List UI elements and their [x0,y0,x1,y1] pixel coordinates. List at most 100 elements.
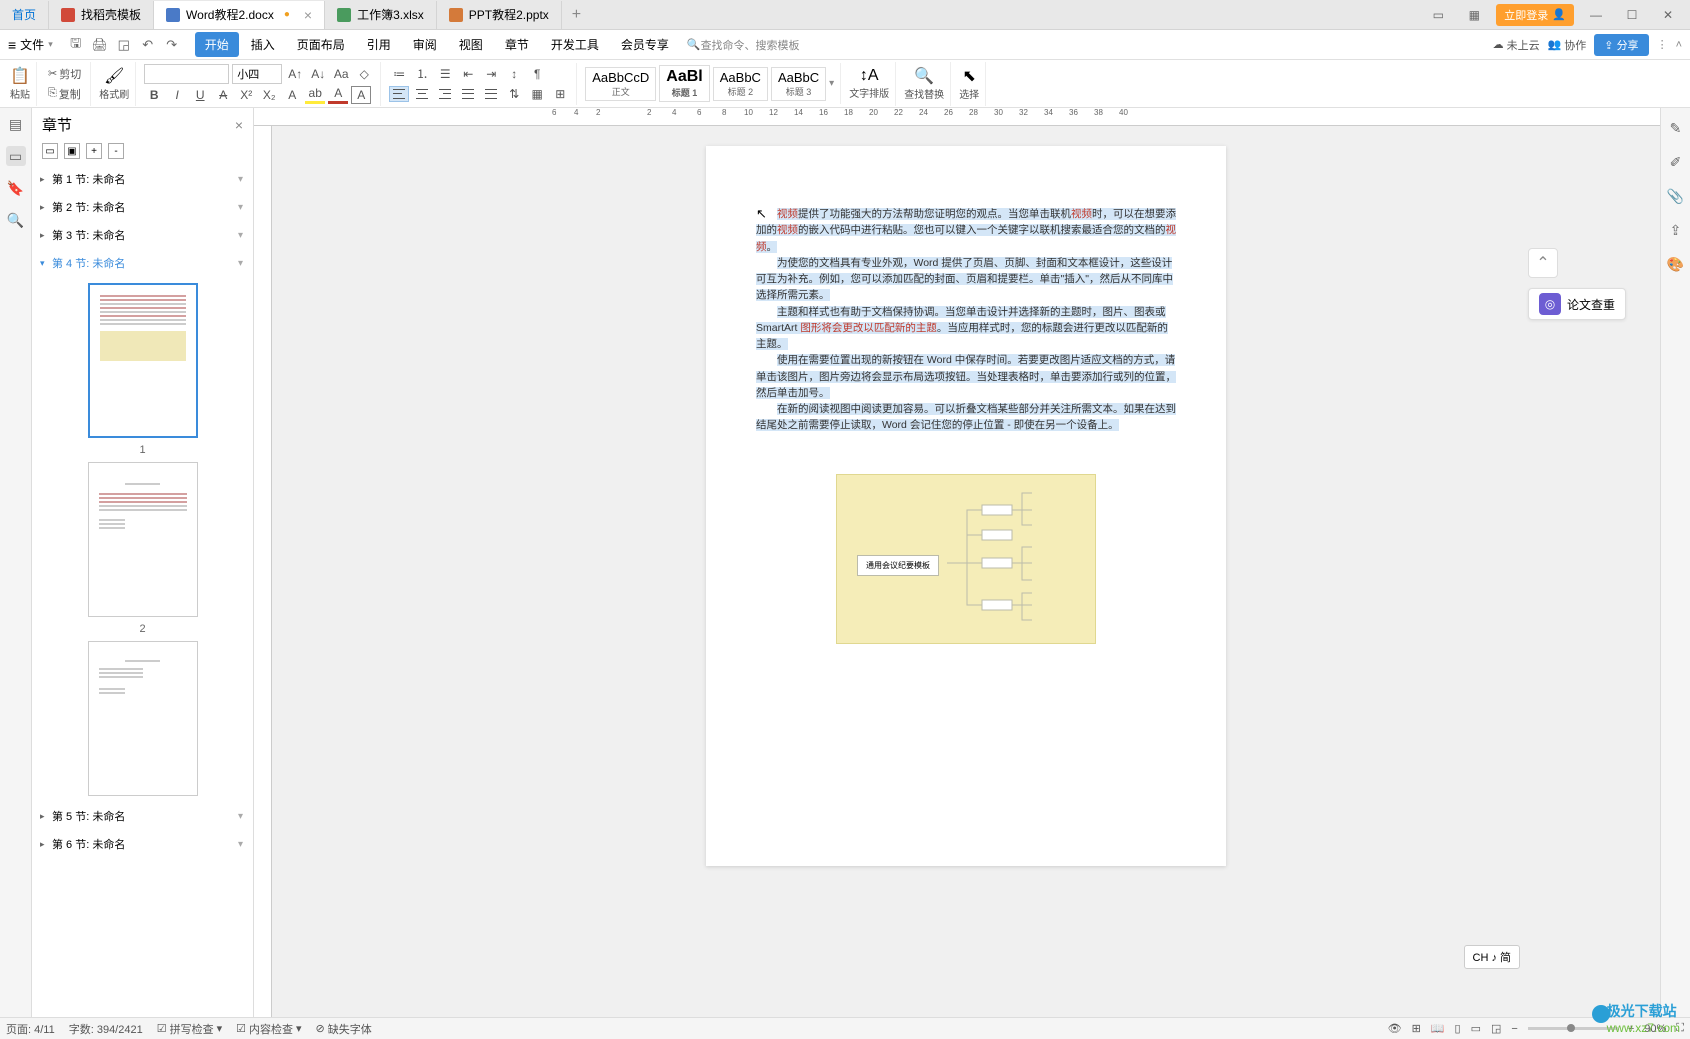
redo-icon[interactable]: ↷ [163,36,181,54]
paste-icon[interactable]: 📋 [10,66,30,86]
tab-word-doc[interactable]: Word教程2.docx ● × [154,1,325,29]
bookmark-icon[interactable]: 🔖 [6,178,26,198]
decrease-font-icon[interactable]: A↓ [308,65,328,83]
fullscreen-icon[interactable]: ⛶ [1676,1022,1684,1035]
hamburger-icon[interactable]: ≡ [8,37,16,53]
close-button[interactable]: ✕ [1654,4,1682,26]
tab-sections[interactable]: 章节 [495,32,539,57]
tab-dev-tools[interactable]: 开发工具 [541,32,609,57]
font-color-button[interactable]: A [328,86,348,104]
collapse-ribbon-icon[interactable]: ˄ [1676,39,1682,51]
font-effects-button[interactable]: A [282,86,302,104]
add-tab-button[interactable]: + [562,6,591,24]
tab-start[interactable]: 开始 [195,32,239,57]
subscript-button[interactable]: X₂ [259,86,279,104]
tool-collapse[interactable]: ▭ [42,143,58,159]
embedded-image[interactable]: 通用会议纪要模板 [836,474,1096,644]
font-family-select[interactable] [144,64,229,84]
horizontal-ruler[interactable]: 642 246 81012 141618 202224 262830 32343… [254,108,1660,126]
outline-icon[interactable]: ▤ [6,114,26,134]
view-read-icon[interactable]: 📖 [1431,1022,1445,1035]
page-indicator[interactable]: 页面: 4/11 [6,1021,55,1037]
paragraph[interactable]: 主题和样式也有助于文档保持协调。当您单击设计并选择新的主题时，图片、图表或 Sm… [756,304,1176,353]
paragraph[interactable]: 为使您的文档具有专业外观，Word 提供了页眉、页脚、封面和文本框设计，这些设计… [756,255,1176,304]
tab-view[interactable]: 视图 [449,32,493,57]
tab-template[interactable]: 找稻壳模板 [49,1,154,29]
word-count[interactable]: 字数: 394/2421 [69,1021,143,1037]
tab-references[interactable]: 引用 [357,32,401,57]
ime-indicator[interactable]: CH ♪ 简 [1464,945,1521,969]
cut-button[interactable]: ✂ 剪切 [45,65,84,83]
cloud-status[interactable]: ☁ 未上云 [1493,37,1540,53]
section-item[interactable]: 第 2 节: 未命名▾ [32,193,253,221]
search-icon[interactable]: 🔍 [6,210,26,230]
section-item[interactable]: 第 5 节: 未命名▾ [32,802,253,830]
layout-icon[interactable]: ▭ [1424,4,1452,26]
tool-remove[interactable]: - [108,143,124,159]
command-search[interactable]: 🔍 查找命令、搜索模板 [687,37,800,53]
tab-pptx[interactable]: PPT教程2.pptx [437,1,562,29]
text-layout-button[interactable]: ↕A 文字排版 [843,62,896,106]
tab-insert[interactable]: 插入 [241,32,285,57]
rail-palette-icon[interactable]: 🎨 [1666,254,1686,274]
align-right-button[interactable] [435,86,455,102]
document-page[interactable]: ↖ 视频提供了功能强大的方法帮助您证明您的观点。当您单击联机视频时，可以在想要添… [706,146,1226,866]
paragraph[interactable]: 在新的阅读视图中阅读更加容易。可以折叠文档某些部分并关注所需文本。如果在达到结尾… [756,401,1176,434]
tool-add[interactable]: + [86,143,102,159]
underline-button[interactable]: U [190,86,210,104]
view-eye-icon[interactable]: 👁 [1388,1022,1402,1035]
collab-button[interactable]: 👥 协作 [1548,37,1587,53]
style-normal[interactable]: AaBbCcD正文 [585,67,656,101]
print-icon[interactable]: 🖨 [91,36,109,54]
increase-font-icon[interactable]: A↑ [285,65,305,83]
section-item[interactable]: 第 6 节: 未命名▾ [32,830,253,858]
grid-icon[interactable]: ▦ [1460,4,1488,26]
undo-icon[interactable]: ↶ [139,36,157,54]
decrease-indent-button[interactable]: ⇤ [458,65,478,83]
zoom-out-button[interactable]: − [1511,1023,1517,1035]
preview-icon[interactable]: ◲ [115,36,133,54]
section-item-active[interactable]: 第 4 节: 未命名▾ [32,249,253,277]
view-grid-icon[interactable]: ⊞ [1412,1022,1421,1035]
vertical-ruler[interactable] [254,126,272,1017]
styles-more-button[interactable]: ▾ [829,78,834,89]
line-spacing-button[interactable]: ⇅ [504,85,524,103]
sidebar-close-button[interactable]: × [235,117,243,133]
rail-share-icon[interactable]: ⇪ [1666,220,1686,240]
zoom-slider[interactable] [1528,1027,1618,1030]
align-distribute-button[interactable] [481,86,501,102]
minimize-button[interactable]: — [1582,4,1610,26]
tab-home[interactable]: 首页 [0,1,49,29]
zoom-level[interactable]: 90% [1644,1023,1666,1035]
font-size-select[interactable] [232,64,282,84]
clear-format-icon[interactable]: ◇ [354,65,374,83]
rail-clip-icon[interactable]: 📎 [1666,186,1686,206]
highlight-button[interactable]: ab [305,86,325,104]
align-left-button[interactable] [389,86,409,102]
tool-expand[interactable]: ▣ [64,143,80,159]
login-button[interactable]: 立即登录 👤 [1496,4,1574,26]
rail-edit-icon[interactable]: ✐ [1666,152,1686,172]
thesis-check-button[interactable]: ◎ 论文查重 [1528,288,1626,320]
page-thumbnail-2[interactable] [88,462,198,617]
style-heading1[interactable]: AaBl标题 1 [659,65,709,102]
tab-page-layout[interactable]: 页面布局 [287,32,355,57]
spellcheck-toggle[interactable]: ☑ 拼写检查 ▾ [157,1021,222,1037]
view-web-icon[interactable]: ▭ [1471,1022,1481,1035]
find-replace-button[interactable]: 🔍 查找替换 [898,62,951,106]
section-item[interactable]: 第 1 节: 未命名▾ [32,165,253,193]
contentcheck-toggle[interactable]: ☑ 内容检查 ▾ [236,1021,301,1037]
increase-indent-button[interactable]: ⇥ [481,65,501,83]
select-button[interactable]: ⬉ 选择 [953,62,986,106]
maximize-button[interactable]: ☐ [1618,4,1646,26]
align-justify-button[interactable] [458,86,478,102]
copy-button[interactable]: ⎘ 复制 [45,85,84,103]
save-icon[interactable]: 🖫 [67,36,85,54]
strikethrough-button[interactable]: A [213,86,233,104]
format-painter[interactable]: 🖌 格式刷 [93,62,136,106]
italic-button[interactable]: I [167,86,187,104]
page-thumbnail-3[interactable] [88,641,198,796]
multilevel-button[interactable]: ☰ [435,65,455,83]
style-heading3[interactable]: AaBbC标题 3 [771,67,826,101]
more-icon[interactable]: ⋮ [1657,38,1668,51]
